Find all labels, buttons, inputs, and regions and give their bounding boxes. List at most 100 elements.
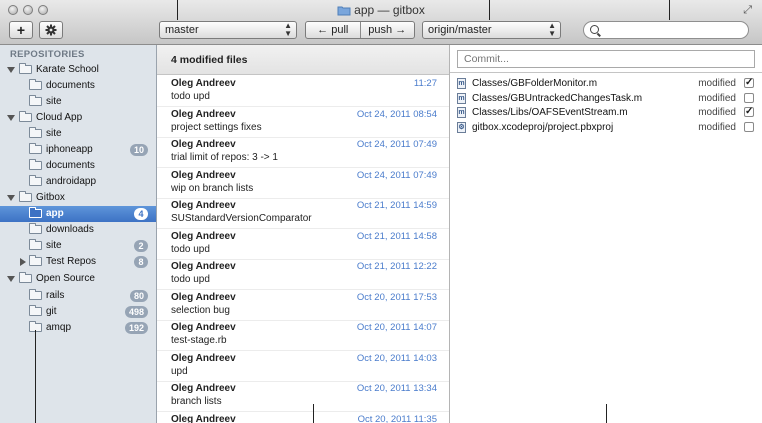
callout-line: [35, 330, 36, 423]
sidebar-item-app[interactable]: app 4: [0, 206, 156, 222]
changed-file-row[interactable]: m Classes/GBFolderMonitor.m modified ✓: [456, 77, 756, 91]
file-path: Classes/Libs/OAFSEventStream.m: [472, 107, 628, 119]
sidebar-item-documents[interactable]: documents: [0, 78, 156, 94]
sidebar-item-amqp[interactable]: amqp 192: [0, 320, 156, 336]
disclosure-triangle-icon[interactable]: [7, 115, 15, 121]
commit-row[interactable]: Oleg Andreev Oct 21, 2011 14:59 SUStandard…: [157, 197, 449, 229]
sidebar-item-documents[interactable]: documents: [0, 158, 156, 174]
commit-message-input[interactable]: [457, 50, 755, 68]
changed-file-row[interactable]: m Classes/GBUntrackedChangesTask.m modifie…: [456, 92, 756, 106]
folder-icon: [29, 255, 42, 266]
gear-file-icon: ⚙: [457, 122, 466, 134]
commit-author: Oleg Andreev: [171, 352, 236, 364]
zoom-window-button[interactable]: [38, 5, 48, 15]
folder-icon: [29, 143, 42, 154]
sidebar-item-git[interactable]: git 498: [0, 304, 156, 320]
changed-file-row[interactable]: m Classes/Libs/OAFSEventStream.m modified ✓: [456, 106, 756, 120]
disclosure-triangle-icon[interactable]: [7, 67, 15, 73]
commit-message: upd: [171, 365, 188, 377]
window-title-text: app — gitbox: [354, 3, 425, 17]
commit-row[interactable]: Oleg Andreev Oct 21, 2011 12:22 todo upd: [157, 258, 449, 290]
add-repository-button[interactable]: +: [9, 21, 33, 39]
commit-row[interactable]: Oleg Andreev Oct 20, 2011 13:34 branch lis…: [157, 380, 449, 412]
commit-row[interactable]: Oleg Andreev Oct 20, 2011 11:35: [157, 411, 449, 423]
commit-date: Oct 21, 2011 14:58: [356, 230, 437, 242]
commit-row[interactable]: Oleg Andreev Oct 21, 2011 14:58 todo upd: [157, 228, 449, 260]
m-file-icon: m: [457, 92, 466, 104]
minimize-window-button[interactable]: [23, 5, 33, 15]
commit-row[interactable]: Oleg Andreev Oct 20, 2011 17:53 selection …: [157, 289, 449, 321]
file-path: Classes/GBFolderMonitor.m: [472, 78, 598, 89]
folder-icon: [29, 159, 42, 170]
sidebar-item-rails[interactable]: rails 80: [0, 288, 156, 304]
commit-message: todo upd: [171, 274, 210, 285]
stage-checkbox[interactable]: ✓: [744, 107, 754, 118]
sidebar-item-label: rails: [46, 290, 65, 301]
commit-date: 11:27: [413, 78, 437, 89]
folder-icon: [29, 95, 42, 106]
sidebar-item-site[interactable]: site: [0, 94, 156, 110]
folder-icon: [19, 111, 32, 122]
group-label: Gitbox: [36, 192, 65, 203]
count-badge: 8: [134, 256, 148, 268]
commit-message: selection bug: [171, 304, 230, 316]
stage-checkbox[interactable]: [744, 122, 754, 133]
count-badge: 192: [124, 322, 148, 334]
commit-row[interactable]: Oleg Andreev Oct 24, 2011 07:49 trial limi…: [157, 136, 449, 168]
sidebar-group-cloud-app[interactable]: Cloud App: [0, 110, 156, 126]
commit-row[interactable]: Oleg Andreev Oct 20, 2011 14:07 test-stage…: [157, 319, 449, 351]
changed-file-row[interactable]: ⚙ gitbox.xcodeproj/project.pbxproj modifie…: [456, 121, 756, 135]
stage-checkbox[interactable]: [744, 92, 754, 103]
disclosure-triangle-icon[interactable]: [20, 258, 26, 266]
commit-author: Oleg Andreev: [171, 383, 236, 394]
close-window-button[interactable]: [8, 5, 18, 15]
divider: [450, 72, 762, 73]
commit-author: Oleg Andreev: [171, 169, 236, 181]
commit-row[interactable]: Oleg Andreev 11:27 todo upd: [157, 75, 449, 107]
commit-author: Oleg Andreev: [171, 78, 236, 89]
sidebar-group-open-source[interactable]: Open Source: [0, 271, 156, 287]
sidebar-group-karate-school[interactable]: Karate School: [0, 62, 156, 78]
sidebar-item-site[interactable]: site: [0, 126, 156, 142]
sidebar-item-iphoneapp[interactable]: iphoneapp 10: [0, 142, 156, 158]
folder-icon: [19, 63, 32, 74]
commit-date: Oct 20, 2011 14:07: [356, 322, 437, 333]
folder-icon: [19, 191, 32, 202]
push-button[interactable]: push →: [359, 22, 415, 38]
app-window: app — gitbox ⤢ + master ▲ ▼ ← pull push →…: [0, 0, 762, 423]
local-branch-select[interactable]: master ▲ ▼: [159, 21, 297, 39]
stage-header[interactable]: 4 modified files: [157, 45, 449, 75]
commit-date: Oct 24, 2011 07:49: [356, 139, 437, 150]
file-path: gitbox.xcodeproj/project.pbxproj: [472, 122, 614, 134]
settings-button[interactable]: [39, 21, 63, 39]
local-branch-value: master: [165, 24, 199, 36]
remote-branch-select[interactable]: origin/master ▲ ▼: [422, 21, 561, 39]
pull-button[interactable]: ← pull: [306, 22, 360, 38]
commit-message: branch lists: [171, 396, 222, 407]
callout-line: [313, 404, 314, 423]
commit-row[interactable]: Oleg Andreev Oct 20, 2011 14:03 upd: [157, 350, 449, 382]
commit-row[interactable]: Oleg Andreev Oct 24, 2011 07:49 wip on bra…: [157, 167, 449, 199]
sidebar-item-site[interactable]: site 2: [0, 238, 156, 254]
sidebar-item-label: git: [46, 306, 57, 317]
search-field[interactable]: [583, 21, 749, 39]
sidebar-group-gitbox[interactable]: Gitbox: [0, 190, 156, 206]
commit-author: Oleg Andreev: [171, 322, 236, 333]
sidebar-item-androidapp[interactable]: androidapp: [0, 174, 156, 190]
commit-author: Oleg Andreev: [171, 261, 236, 272]
count-badge: 10: [129, 144, 148, 156]
add-label: +: [16, 22, 26, 38]
disclosure-triangle-icon[interactable]: [7, 276, 15, 282]
sidebar-item-downloads[interactable]: downloads: [0, 222, 156, 238]
commit-author: Oleg Andreev: [171, 291, 236, 303]
stage-checkbox[interactable]: ✓: [744, 78, 754, 88]
search-input[interactable]: [602, 23, 746, 39]
commit-row[interactable]: Oleg Andreev Oct 24, 2011 08:54 project se…: [157, 106, 449, 138]
window-title: app — gitbox: [300, 3, 462, 18]
gear-icon: [45, 24, 57, 36]
commit-date: Oct 20, 2011 14:03: [356, 352, 437, 364]
commit-message: project settings fixes: [171, 121, 262, 133]
fullscreen-icon[interactable]: ⤢: [743, 4, 752, 17]
disclosure-triangle-icon[interactable]: [7, 195, 15, 201]
sidebar-item-test-repos[interactable]: Test Repos 8: [0, 254, 156, 270]
